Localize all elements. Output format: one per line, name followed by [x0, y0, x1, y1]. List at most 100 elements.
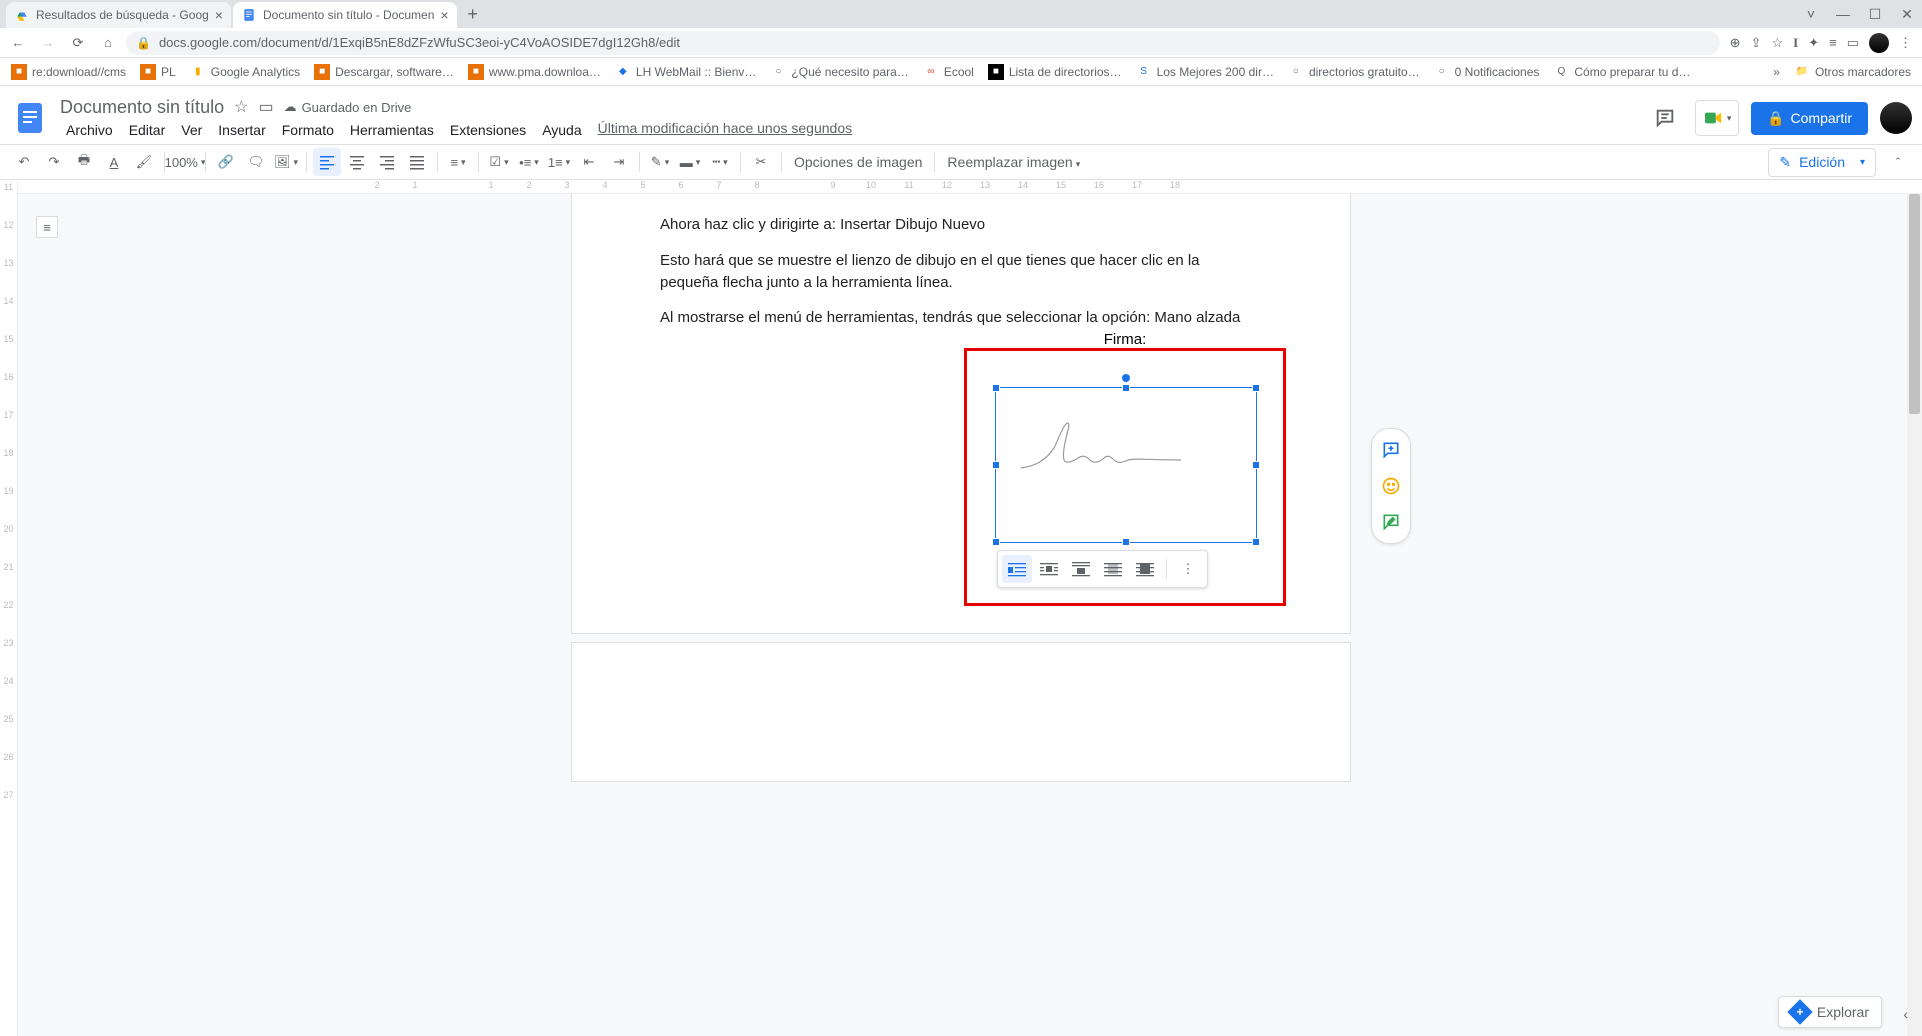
chrome-menu-icon[interactable]: ⋮	[1899, 35, 1912, 51]
editing-mode-button[interactable]: ✎ Edición	[1768, 148, 1876, 177]
spellcheck-button[interactable]: A	[100, 148, 128, 176]
image-more-menu[interactable]: ⋮	[1173, 555, 1203, 583]
document-page-2[interactable]	[571, 642, 1351, 782]
align-right-button[interactable]	[373, 148, 401, 176]
resize-handle[interactable]	[1252, 384, 1260, 392]
reading-list-icon[interactable]: ≡	[1829, 35, 1837, 50]
replace-image-button[interactable]: Reemplazar imagen	[941, 154, 1086, 170]
extensions-icon[interactable]: ✦	[1808, 35, 1819, 51]
browser-tab-1[interactable]: Resultados de búsqueda - Goog ×	[6, 2, 231, 28]
window-maximize-icon[interactable]: ☐	[1866, 5, 1884, 23]
resize-handle[interactable]	[992, 461, 1000, 469]
crop-button[interactable]: ✂	[747, 148, 775, 176]
bookmark-item[interactable]: ◆LH WebMail :: Bienv…	[610, 62, 762, 82]
add-comment-button[interactable]: 🗨	[242, 148, 270, 176]
wrap-behind-button[interactable]	[1098, 555, 1128, 583]
wrap-front-button[interactable]	[1130, 555, 1160, 583]
align-justify-button[interactable]	[403, 148, 431, 176]
bookmark-item[interactable]: ■Lista de directorios…	[983, 62, 1127, 82]
rotate-handle[interactable]	[1122, 374, 1130, 382]
resize-handle[interactable]	[1252, 538, 1260, 546]
zoom-select[interactable]: 100%	[171, 148, 199, 176]
print-button[interactable]: 🖶	[70, 148, 98, 176]
window-close-icon[interactable]: ✕	[1898, 5, 1916, 23]
zoom-icon[interactable]: ⊕	[1730, 35, 1741, 51]
bookmark-item[interactable]: ■re:download//cms	[6, 62, 131, 82]
menu-ayuda[interactable]: Ayuda	[536, 120, 587, 140]
menu-ver[interactable]: Ver	[175, 120, 208, 140]
border-color-button[interactable]: ✎	[646, 148, 674, 176]
account-avatar[interactable]	[1880, 102, 1912, 134]
resize-handle[interactable]	[1122, 538, 1130, 546]
align-center-button[interactable]	[343, 148, 371, 176]
bookmark-item[interactable]: ■PL	[135, 62, 181, 82]
line-spacing-button[interactable]: ≡	[444, 148, 472, 176]
home-button[interactable]: ⌂	[96, 31, 120, 55]
explore-button[interactable]: Explorar	[1778, 996, 1882, 1028]
resize-handle[interactable]	[992, 538, 1000, 546]
star-icon[interactable]: ☆	[234, 97, 248, 117]
link-button[interactable]: 🔗	[212, 148, 240, 176]
resize-handle[interactable]	[992, 384, 1000, 392]
insert-image-button[interactable]: 🖼	[272, 148, 300, 176]
menu-insertar[interactable]: Insertar	[212, 120, 271, 140]
move-icon[interactable]: ▭	[258, 97, 273, 117]
vertical-scrollbar[interactable]	[1907, 194, 1922, 1036]
selected-image-frame[interactable]	[995, 387, 1257, 543]
browser-tab-2[interactable]: Documento sin título - Documen ×	[233, 2, 457, 28]
share-button[interactable]: 🔒 Compartir	[1751, 102, 1868, 135]
checklist-button[interactable]: ☑	[485, 148, 513, 176]
bookmark-item[interactable]: ■www.pma.downloa…	[463, 62, 606, 82]
menu-extensiones[interactable]: Extensiones	[444, 120, 532, 140]
align-left-button[interactable]	[313, 148, 341, 176]
cloud-saved-status[interactable]: ☁ Guardado en Drive	[284, 99, 412, 115]
forward-button[interactable]: →	[36, 31, 60, 55]
wrap-text-button[interactable]	[1034, 555, 1064, 583]
docs-logo-icon[interactable]	[10, 98, 50, 138]
undo-button[interactable]: ↶	[10, 148, 38, 176]
resize-handle[interactable]	[1252, 461, 1260, 469]
bookmark-item[interactable]: QCómo preparar tu d…	[1548, 62, 1695, 82]
number-list-button[interactable]: 1≡	[545, 148, 573, 176]
document-title[interactable]: Documento sin título	[60, 97, 224, 118]
suggest-edit-fab[interactable]	[1376, 507, 1406, 537]
scrollbar-thumb[interactable]	[1909, 194, 1920, 414]
bookmark-item[interactable]: ▮Google Analytics	[185, 62, 305, 82]
bullet-list-button[interactable]: •≡	[515, 148, 543, 176]
wrap-inline-button[interactable]	[1002, 555, 1032, 583]
outline-toggle-icon[interactable]: ≡	[36, 216, 58, 238]
last-modified[interactable]: Última modificación hace unos segundos	[598, 120, 852, 140]
tab-close-icon[interactable]: ×	[215, 7, 223, 23]
wrap-break-button[interactable]	[1066, 555, 1096, 583]
tab-close-icon[interactable]: ×	[440, 7, 448, 23]
paint-format-button[interactable]: 🖌	[130, 148, 158, 176]
share-url-icon[interactable]: ⇪	[1751, 35, 1762, 51]
menu-herramientas[interactable]: Herramientas	[344, 120, 440, 140]
star-bookmark-icon[interactable]: ☆	[1771, 35, 1783, 51]
menu-archivo[interactable]: Archivo	[60, 120, 119, 140]
bookmark-item[interactable]: ○directorios gratuito…	[1283, 62, 1425, 82]
collapse-chevron-icon[interactable]: ‹	[1903, 1006, 1908, 1022]
add-emoji-fab[interactable]	[1376, 471, 1406, 501]
new-tab-button[interactable]: +	[459, 0, 487, 28]
reload-button[interactable]: ⟳	[66, 31, 90, 55]
bookmark-item[interactable]: ∞Ecool	[918, 62, 979, 82]
border-weight-button[interactable]: ▬	[676, 148, 704, 176]
bookmark-item[interactable]: ○0 Notificaciones	[1429, 62, 1545, 82]
bookmark-overflow[interactable]: »	[1768, 63, 1785, 81]
chrome-menu-chevron[interactable]: ˅	[1802, 5, 1820, 23]
sidepanel-icon[interactable]: ▭	[1847, 35, 1859, 51]
menu-formato[interactable]: Formato	[276, 120, 340, 140]
image-options-button[interactable]: Opciones de imagen	[788, 154, 928, 170]
window-minimize-icon[interactable]: —	[1834, 5, 1852, 23]
meet-button[interactable]: ▾	[1695, 100, 1739, 136]
other-bookmarks[interactable]: 📁Otros marcadores	[1789, 62, 1916, 82]
menu-editar[interactable]: Editar	[123, 120, 172, 140]
bookmark-item[interactable]: ○¿Qué necesito para…	[765, 62, 913, 82]
resize-handle[interactable]	[1122, 384, 1130, 392]
add-comment-fab[interactable]	[1376, 435, 1406, 465]
bookmark-item[interactable]: ■Descargar, software…	[309, 62, 459, 82]
document-page[interactable]: Ahora haz clic y dirigirte a: Insertar D…	[571, 194, 1351, 634]
i-icon[interactable]: I	[1793, 35, 1798, 51]
profile-avatar[interactable]	[1869, 33, 1889, 53]
